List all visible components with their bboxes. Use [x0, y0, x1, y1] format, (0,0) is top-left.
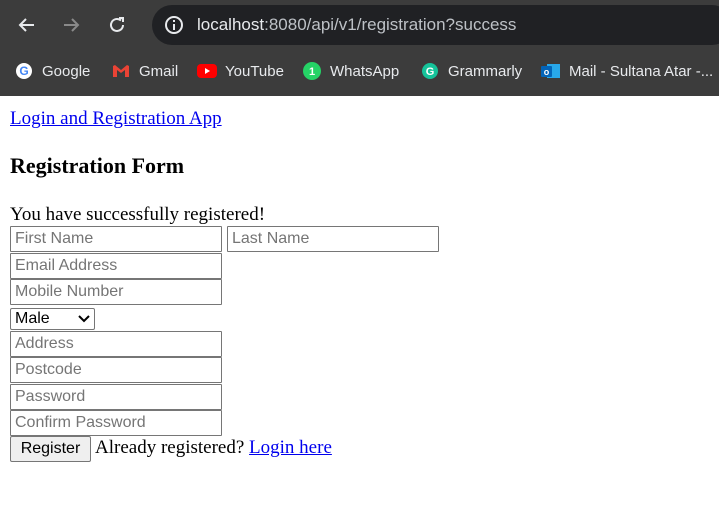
url-host: localhost: [197, 15, 265, 34]
page-title: Registration Form: [10, 153, 185, 178]
first-name-input[interactable]: [10, 226, 222, 252]
outlook-icon: o: [541, 61, 561, 81]
email-input[interactable]: [10, 253, 222, 279]
bookmark-whatsapp[interactable]: 1 WhatsApp: [302, 60, 399, 82]
grammarly-icon: G: [420, 61, 440, 81]
password-input[interactable]: [10, 384, 222, 410]
bookmark-label: Grammarly: [448, 62, 523, 80]
chevron-down-icon: [78, 310, 90, 328]
bookmark-google[interactable]: G Google: [14, 60, 90, 82]
browser-chrome: localhost:8080/api/v1/registration?succe…: [0, 0, 719, 96]
svg-text:G: G: [19, 64, 28, 78]
gender-selected-value: Male: [15, 310, 50, 327]
confirm-password-input[interactable]: [10, 410, 222, 436]
bookmark-grammarly[interactable]: G Grammarly: [420, 60, 522, 82]
last-name-input[interactable]: [227, 226, 439, 252]
back-arrow-icon[interactable]: [10, 8, 44, 42]
app-home-link[interactable]: Login and Registration App: [10, 108, 222, 130]
postcode-input[interactable]: [10, 357, 222, 383]
address-input[interactable]: [10, 331, 222, 357]
svg-text:o: o: [544, 67, 550, 77]
already-registered-line: Already registered? Login here: [95, 437, 332, 459]
bookmarks-bar: G Google Gmail YouTube 1 WhatsApp G Gram…: [0, 52, 719, 90]
mobile-input[interactable]: [10, 279, 222, 305]
already-registered-text: Already registered?: [95, 437, 245, 458]
svg-text:G: G: [426, 66, 435, 78]
bookmark-label: Google: [42, 62, 91, 80]
url-text: localhost:8080/api/v1/registration?succe…: [197, 15, 516, 35]
svg-text:1: 1: [309, 66, 315, 78]
forward-arrow-icon[interactable]: [54, 8, 88, 42]
site-info-icon[interactable]: [164, 15, 184, 35]
google-icon: G: [14, 61, 34, 81]
youtube-icon: [197, 61, 217, 81]
bookmark-gmail[interactable]: Gmail: [111, 60, 178, 82]
bookmark-label: YouTube: [225, 62, 284, 80]
bookmark-label: Gmail: [139, 62, 179, 80]
success-message: You have successfully registered!: [10, 204, 266, 225]
reload-icon[interactable]: [100, 8, 134, 42]
gender-select[interactable]: Male: [10, 308, 95, 330]
page-content: Login and Registration App Registration …: [0, 96, 719, 528]
bookmark-outlook[interactable]: o Mail - Sultana Atar -...: [541, 60, 713, 82]
login-link[interactable]: Login here: [249, 437, 332, 458]
address-bar[interactable]: localhost:8080/api/v1/registration?succe…: [152, 5, 719, 45]
whatsapp-icon: 1: [302, 61, 322, 81]
bookmark-label: WhatsApp: [330, 62, 400, 80]
url-path: :8080/api/v1/registration?success: [264, 15, 517, 34]
bookmark-label: Mail - Sultana Atar -...: [569, 62, 714, 80]
register-button[interactable]: Register: [10, 436, 91, 462]
bookmark-youtube[interactable]: YouTube: [197, 60, 284, 82]
gmail-icon: [111, 61, 131, 81]
